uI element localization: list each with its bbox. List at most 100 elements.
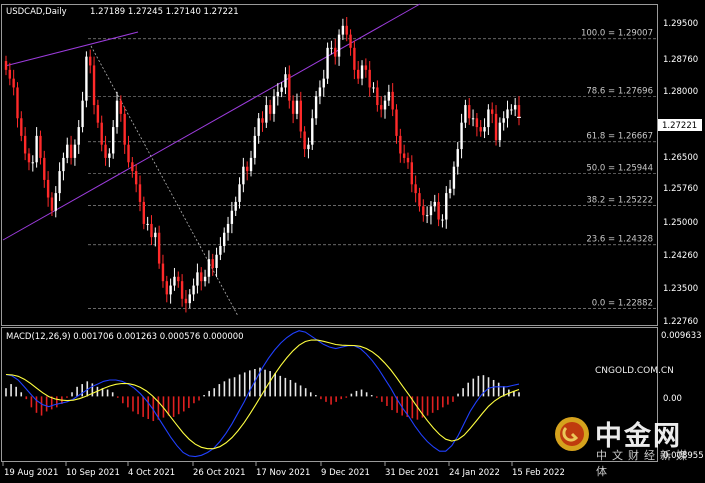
candle-bearish[interactable] <box>20 118 23 136</box>
candle-bearish[interactable] <box>200 272 203 282</box>
candle-bullish[interactable] <box>203 276 207 282</box>
chart-canvas[interactable]: 100.0 = 1.29007 78.6 = 1.27696 61.8 = 1.26… <box>0 0 705 483</box>
candle-bearish[interactable] <box>39 135 42 158</box>
candle-bearish[interactable] <box>395 109 398 136</box>
candle-bullish[interactable] <box>111 127 115 154</box>
candle-bearish[interactable] <box>165 281 168 295</box>
candle-bullish[interactable] <box>169 285 172 295</box>
candle-bullish[interactable] <box>383 100 387 110</box>
candle-bearish[interactable] <box>177 276 180 282</box>
candle-bearish[interactable] <box>479 127 482 132</box>
candle-bearish[interactable] <box>345 25 348 35</box>
candle-bullish[interactable] <box>230 210 234 224</box>
candle-bearish[interactable] <box>150 223 153 238</box>
candle-bullish[interactable] <box>280 87 283 92</box>
candle-bearish[interactable] <box>184 298 188 304</box>
candle-bullish[interactable] <box>242 166 245 185</box>
candle-bullish[interactable] <box>238 184 241 202</box>
candle-bullish[interactable] <box>77 127 80 145</box>
candle-bullish[interactable] <box>154 232 157 238</box>
candle-bullish[interactable] <box>487 109 490 128</box>
candle-bearish[interactable] <box>437 201 440 220</box>
candle-bearish[interactable] <box>157 232 161 264</box>
candle-bullish[interactable] <box>73 144 77 158</box>
candle-bullish[interactable] <box>387 91 391 101</box>
candle-bullish[interactable] <box>483 127 486 132</box>
candle-bullish[interactable] <box>215 254 218 268</box>
candle-bearish[interactable] <box>43 157 46 180</box>
candle-bullish[interactable] <box>81 100 84 128</box>
candle-bearish[interactable] <box>4 61 8 70</box>
candle-bullish[interactable] <box>341 25 345 35</box>
candle-bullish[interactable] <box>360 65 364 79</box>
candle-bearish[interactable] <box>46 179 50 198</box>
candle-bearish[interactable] <box>245 166 249 172</box>
candle-bearish[interactable] <box>491 109 494 114</box>
candle-bullish[interactable] <box>276 91 280 97</box>
candle-bullish[interactable] <box>502 118 505 123</box>
candle-bullish[interactable] <box>460 122 463 150</box>
candle-bearish[interactable] <box>391 91 394 110</box>
candle-bearish[interactable] <box>468 105 471 119</box>
candle-bullish[interactable] <box>223 232 226 246</box>
candle-bearish[interactable] <box>414 184 417 194</box>
candle-bearish[interactable] <box>100 122 103 145</box>
candle-bearish[interactable] <box>399 135 402 154</box>
candle-bearish[interactable] <box>334 47 337 57</box>
candle-bullish[interactable] <box>66 144 69 158</box>
candle-bearish[interactable] <box>123 113 126 145</box>
candle-bullish[interactable] <box>326 47 329 79</box>
candle-bullish[interactable] <box>54 193 57 211</box>
candle-bullish[interactable] <box>115 100 119 128</box>
candle-bullish[interactable] <box>314 96 318 119</box>
candle-bullish[interactable] <box>448 188 452 194</box>
candle-bearish[interactable] <box>418 193 421 207</box>
candle-bullish[interactable] <box>284 74 287 88</box>
candle-bullish[interactable] <box>31 162 34 164</box>
candle-bearish[interactable] <box>268 105 272 114</box>
candle-bearish[interactable] <box>211 259 214 268</box>
candle-bullish[interactable] <box>85 56 88 101</box>
candle-bullish[interactable] <box>146 223 149 225</box>
candle-bullish[interactable] <box>196 272 199 286</box>
candle-bullish[interactable] <box>510 109 513 111</box>
candle-bullish[interactable] <box>464 105 467 123</box>
candle-bearish[interactable] <box>12 78 15 88</box>
candle-bearish[interactable] <box>376 87 379 106</box>
candle-bullish[interactable] <box>372 87 375 89</box>
candle-bullish[interactable] <box>108 153 111 158</box>
candle-bullish[interactable] <box>192 285 195 295</box>
candle-bearish[interactable] <box>402 153 406 158</box>
candle-bearish[interactable] <box>364 65 368 70</box>
candle-bearish[interactable] <box>494 113 498 141</box>
candle-bullish[interactable] <box>272 96 276 114</box>
candle-bearish[interactable] <box>379 105 383 110</box>
candle-bullish[interactable] <box>471 118 475 120</box>
candle-bullish[interactable] <box>318 87 322 97</box>
candle-bearish[interactable] <box>127 144 130 163</box>
candle-bearish[interactable] <box>92 65 96 106</box>
candle-bearish[interactable] <box>299 100 302 132</box>
candle-bearish[interactable] <box>291 100 295 114</box>
candle-bearish[interactable] <box>27 153 31 163</box>
candle-bearish[interactable] <box>180 281 184 299</box>
candle-bullish[interactable] <box>226 223 230 233</box>
trendline-lower[interactable] <box>2 3 421 241</box>
candle-bearish[interactable] <box>357 69 360 79</box>
candle-bearish[interactable] <box>288 74 291 101</box>
candle-bullish[interactable] <box>249 157 253 172</box>
candle-bearish[interactable] <box>50 197 54 211</box>
candle-bullish[interactable] <box>295 100 299 114</box>
candle-bearish[interactable] <box>89 56 92 66</box>
candle-bullish[interactable] <box>441 219 444 221</box>
trendline-upper[interactable] <box>4 31 139 67</box>
candle-bullish[interactable] <box>311 118 314 145</box>
candle-bearish[interactable] <box>161 263 165 282</box>
candle-bullish[interactable] <box>322 78 325 88</box>
candle-bearish[interactable] <box>23 135 27 154</box>
candle-bullish[interactable] <box>445 193 448 220</box>
candle-bearish[interactable] <box>69 144 73 158</box>
candle-bullish[interactable] <box>330 47 333 49</box>
candle-bearish[interactable] <box>131 162 134 172</box>
candle-bullish[interactable] <box>498 122 502 141</box>
